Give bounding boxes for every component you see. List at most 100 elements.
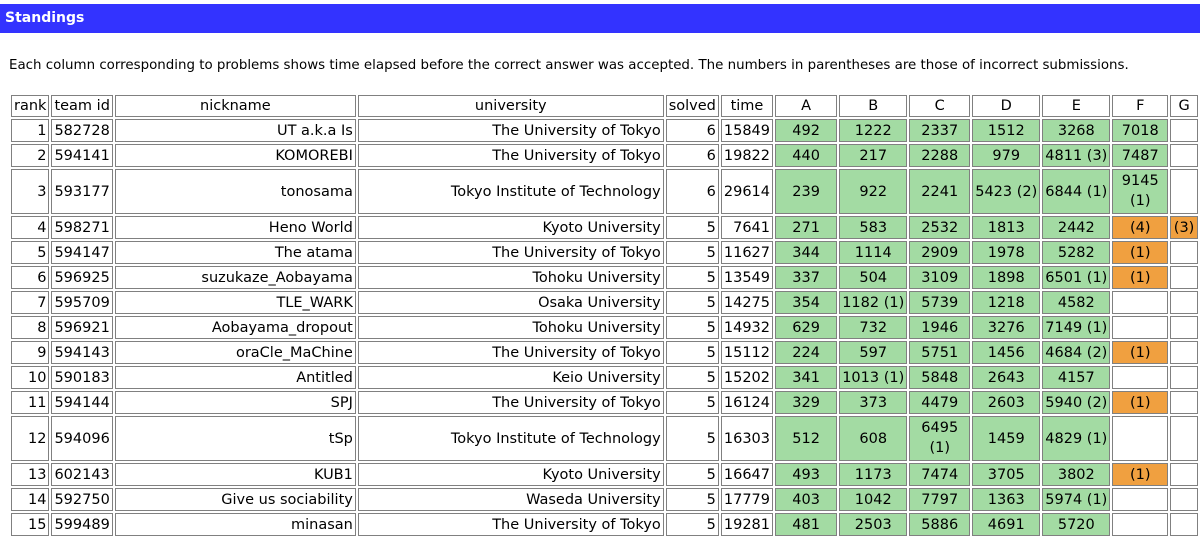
table-row: 15 599489 minasan The University of Tokyo 5 1… [11, 513, 1198, 536]
nickname-cell: suzukaze_Aobayama [114, 266, 356, 289]
time-cell: 19281 [720, 513, 774, 536]
problem-a-cell: 403 [775, 488, 838, 511]
problem-g-cell [1170, 463, 1198, 486]
time-cell: 16647 [720, 463, 774, 486]
university-cell: Kyoto University [357, 463, 664, 486]
problem-b-cell: 217 [839, 144, 908, 167]
table-row: 9 594143 oraCle_MaChine The University of T… [11, 341, 1198, 364]
problem-e-cell: 2442 [1042, 216, 1111, 239]
col-header-solved[interactable]: solved [665, 95, 719, 117]
solved-cell: 6 [665, 144, 719, 167]
col-header-problem-d[interactable]: D [972, 95, 1041, 117]
team-id-cell: 598271 [51, 216, 113, 239]
solved-cell: 5 [665, 366, 719, 389]
team-id-cell: 594144 [51, 391, 113, 414]
problem-a-cell: 239 [775, 169, 838, 214]
problem-f-cell: (4) [1112, 216, 1169, 239]
problem-e-cell: 6844 (1) [1042, 169, 1111, 214]
time-cell: 15112 [720, 341, 774, 364]
nickname-cell: Aobayama_dropout [114, 316, 356, 339]
problem-c-cell: 2532 [909, 216, 971, 239]
col-header-time[interactable]: time [720, 95, 774, 117]
rank-cell: 9 [11, 341, 50, 364]
problem-b-cell: 1173 [839, 463, 908, 486]
problem-a-cell: 481 [775, 513, 838, 536]
problem-b-cell: 2503 [839, 513, 908, 536]
problem-e-cell: 7149 (1) [1042, 316, 1111, 339]
problem-d-cell: 4691 [972, 513, 1041, 536]
nickname-cell: Give us sociability [114, 488, 356, 511]
table-row: 7 595709 TLE_WARK Osaka University 5 14275 354… [11, 291, 1198, 314]
nickname-cell: Antitled [114, 366, 356, 389]
nickname-cell: SPJ [114, 391, 356, 414]
rank-cell: 1 [11, 119, 50, 142]
standings-description: Each column corresponding to problems sh… [9, 58, 1129, 73]
rank-cell: 11 [11, 391, 50, 414]
time-cell: 16124 [720, 391, 774, 414]
problem-f-cell: 7487 [1112, 144, 1169, 167]
problem-g-cell [1170, 416, 1198, 461]
problem-f-cell: (1) [1112, 391, 1169, 414]
problem-c-cell: 5886 [909, 513, 971, 536]
problem-c-cell: 5848 [909, 366, 971, 389]
table-row: 11 594144 SPJ The University of Tokyo 5 16124… [11, 391, 1198, 414]
problem-d-cell: 979 [972, 144, 1041, 167]
time-cell: 19822 [720, 144, 774, 167]
col-header-university[interactable]: university [357, 95, 664, 117]
problem-d-cell: 1512 [972, 119, 1041, 142]
solved-cell: 5 [665, 241, 719, 264]
problem-e-cell: 4811 (3) [1042, 144, 1111, 167]
problem-c-cell: 5751 [909, 341, 971, 364]
problem-g-cell: (3) [1170, 216, 1198, 239]
problem-a-cell: 629 [775, 316, 838, 339]
problem-b-cell: 373 [839, 391, 908, 414]
rank-cell: 10 [11, 366, 50, 389]
problem-e-cell: 5940 (2) [1042, 391, 1111, 414]
nickname-cell: Heno World [114, 216, 356, 239]
col-header-problem-e[interactable]: E [1042, 95, 1111, 117]
rank-cell: 7 [11, 291, 50, 314]
team-id-cell: 596925 [51, 266, 113, 289]
problem-a-cell: 344 [775, 241, 838, 264]
time-cell: 15849 [720, 119, 774, 142]
rank-cell: 8 [11, 316, 50, 339]
problem-e-cell: 5720 [1042, 513, 1111, 536]
problem-b-cell: 922 [839, 169, 908, 214]
university-cell: The University of Tokyo [357, 144, 664, 167]
team-id-cell: 592750 [51, 488, 113, 511]
col-header-problem-f[interactable]: F [1112, 95, 1169, 117]
solved-cell: 5 [665, 291, 719, 314]
problem-g-cell [1170, 144, 1198, 167]
problem-f-cell [1112, 416, 1169, 461]
nickname-cell: tSp [114, 416, 356, 461]
table-row: 2 594141 KOMOREBI The University of Tokyo 6 1… [11, 144, 1198, 167]
col-header-problem-g[interactable]: G [1170, 95, 1198, 117]
solved-cell: 5 [665, 341, 719, 364]
col-header-problem-a[interactable]: A [775, 95, 838, 117]
col-header-problem-c[interactable]: C [909, 95, 971, 117]
rank-cell: 15 [11, 513, 50, 536]
table-row: 5 594147 The atama The University of Tokyo 5… [11, 241, 1198, 264]
problem-f-cell: 9145 (1) [1112, 169, 1169, 214]
col-header-rank[interactable]: rank [11, 95, 50, 117]
problem-b-cell: 1222 [839, 119, 908, 142]
col-header-nickname[interactable]: nickname [114, 95, 356, 117]
col-header-team-id[interactable]: team id [51, 95, 113, 117]
rank-cell: 4 [11, 216, 50, 239]
solved-cell: 5 [665, 316, 719, 339]
problem-f-cell [1112, 366, 1169, 389]
rank-cell: 14 [11, 488, 50, 511]
problem-a-cell: 271 [775, 216, 838, 239]
problem-e-cell: 5282 [1042, 241, 1111, 264]
university-cell: Keio University [357, 366, 664, 389]
problem-c-cell: 2909 [909, 241, 971, 264]
problem-d-cell: 1813 [972, 216, 1041, 239]
problem-c-cell: 6495 (1) [909, 416, 971, 461]
table-row: 10 590183 Antitled Keio University 5 15202 341… [11, 366, 1198, 389]
problem-d-cell: 2643 [972, 366, 1041, 389]
problem-a-cell: 493 [775, 463, 838, 486]
problem-g-cell [1170, 119, 1198, 142]
col-header-problem-b[interactable]: B [839, 95, 908, 117]
time-cell: 14932 [720, 316, 774, 339]
problem-e-cell: 3802 [1042, 463, 1111, 486]
